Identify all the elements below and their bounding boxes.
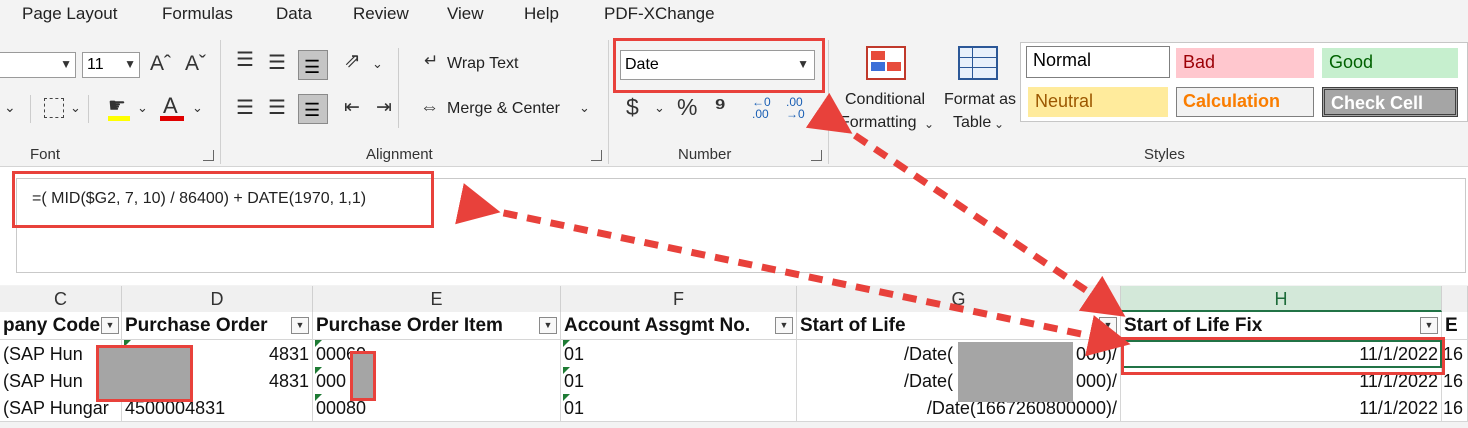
- annotation-arrows: [455, 92, 1131, 357]
- arrow-formula-to-result: [455, 183, 1131, 357]
- arrow-format-to-result: [805, 92, 1126, 317]
